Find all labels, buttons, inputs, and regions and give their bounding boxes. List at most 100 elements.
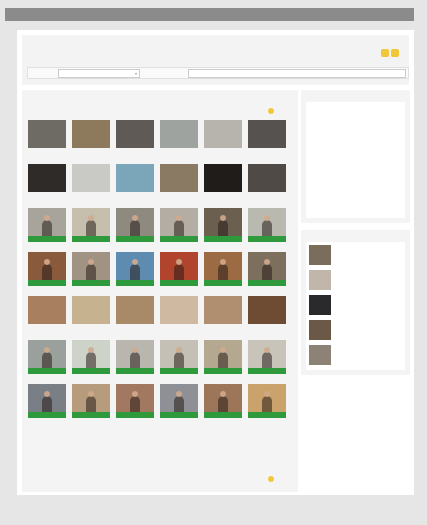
thumbnail-image[interactable] (160, 384, 198, 412)
thumbnail-image[interactable] (204, 252, 242, 280)
video-thumbnail[interactable] (28, 164, 66, 208)
thumbnail-image[interactable] (116, 384, 154, 412)
thumbnail-image[interactable] (116, 340, 154, 368)
news-item[interactable] (309, 138, 403, 149)
video-thumbnail[interactable] (72, 164, 110, 208)
thumbnail-image[interactable] (248, 296, 286, 324)
video-thumbnail[interactable] (116, 384, 154, 428)
news-item[interactable] (309, 193, 403, 204)
thumbnail-image[interactable] (116, 120, 154, 148)
thumbnail-image[interactable] (248, 120, 286, 148)
thumbnail-image[interactable] (248, 252, 286, 280)
video-thumbnail[interactable] (160, 164, 198, 208)
keyword-search-input[interactable] (188, 69, 406, 78)
video-thumbnail[interactable] (116, 120, 154, 164)
news-item[interactable] (309, 127, 403, 138)
news-item[interactable] (309, 149, 403, 160)
thumbnail-image[interactable] (28, 164, 66, 192)
video-thumbnail[interactable] (28, 384, 66, 428)
video-thumbnail[interactable] (248, 252, 286, 296)
thumbnail-image[interactable] (72, 208, 110, 236)
video-thumbnail[interactable] (160, 252, 198, 296)
thumbnail-image[interactable] (28, 296, 66, 324)
video-thumbnail[interactable] (160, 384, 198, 428)
thumbnail-image[interactable] (160, 208, 198, 236)
video-thumbnail[interactable] (204, 296, 242, 340)
video-thumbnail[interactable] (116, 340, 154, 384)
video-thumbnail[interactable] (248, 384, 286, 428)
ranking-thumbnail[interactable] (309, 320, 331, 340)
thumbnail-image[interactable] (116, 208, 154, 236)
video-thumbnail[interactable] (28, 208, 66, 252)
header-icon-1[interactable] (381, 49, 389, 57)
thumbnail-image[interactable] (72, 120, 110, 148)
thumbnail-image[interactable] (248, 208, 286, 236)
news-item[interactable] (309, 204, 403, 215)
thumbnail-image[interactable] (204, 164, 242, 192)
thumbnail-image[interactable] (248, 340, 286, 368)
video-thumbnail[interactable] (248, 208, 286, 252)
video-thumbnail[interactable] (116, 164, 154, 208)
ranking-thumbnail[interactable] (309, 270, 331, 290)
video-thumbnail[interactable] (160, 340, 198, 384)
thumbnail-image[interactable] (28, 252, 66, 280)
video-thumbnail[interactable] (72, 340, 110, 384)
video-thumbnail[interactable] (28, 340, 66, 384)
thumbnail-image[interactable] (160, 164, 198, 192)
thumbnail-image[interactable] (160, 340, 198, 368)
news-item[interactable] (309, 160, 403, 171)
video-thumbnail[interactable] (160, 208, 198, 252)
video-thumbnail[interactable] (116, 296, 154, 340)
video-thumbnail[interactable] (204, 340, 242, 384)
video-thumbnail[interactable] (248, 120, 286, 164)
thumbnail-image[interactable] (248, 384, 286, 412)
thumbnail-image[interactable] (72, 384, 110, 412)
video-thumbnail[interactable] (28, 120, 66, 164)
video-thumbnail[interactable] (116, 208, 154, 252)
thumbnail-image[interactable] (28, 120, 66, 148)
thumbnail-image[interactable] (204, 340, 242, 368)
news-item[interactable] (309, 171, 403, 182)
news-item[interactable] (309, 105, 403, 116)
category-select[interactable]: ▾ (58, 69, 140, 78)
thumbnail-image[interactable] (72, 340, 110, 368)
ranking-thumbnail[interactable] (309, 345, 331, 365)
thumbnail-image[interactable] (28, 208, 66, 236)
video-thumbnail[interactable] (204, 208, 242, 252)
thumbnail-image[interactable] (116, 296, 154, 324)
video-thumbnail[interactable] (248, 296, 286, 340)
video-thumbnail[interactable] (28, 252, 66, 296)
ranking-item[interactable] (309, 245, 403, 267)
header-icon-2[interactable] (391, 49, 399, 57)
ranking-thumbnail[interactable] (309, 245, 331, 265)
thumbnail-image[interactable] (204, 120, 242, 148)
thumbnail-image[interactable] (160, 120, 198, 148)
video-thumbnail[interactable] (28, 296, 66, 340)
thumbnail-image[interactable] (248, 164, 286, 192)
video-thumbnail[interactable] (72, 208, 110, 252)
video-thumbnail[interactable] (116, 252, 154, 296)
video-thumbnail[interactable] (204, 164, 242, 208)
video-thumbnail[interactable] (248, 164, 286, 208)
video-thumbnail[interactable] (160, 120, 198, 164)
ranking-item[interactable] (309, 345, 403, 367)
thumbnail-image[interactable] (72, 252, 110, 280)
thumbnail-image[interactable] (72, 296, 110, 324)
video-thumbnail[interactable] (72, 296, 110, 340)
thumbnail-image[interactable] (28, 340, 66, 368)
thumbnail-image[interactable] (72, 164, 110, 192)
thumbnail-image[interactable] (160, 296, 198, 324)
ranking-item[interactable] (309, 270, 403, 292)
video-thumbnail[interactable] (204, 120, 242, 164)
thumbnail-image[interactable] (116, 164, 154, 192)
thumbnail-image[interactable] (28, 384, 66, 412)
thumbnail-image[interactable] (116, 252, 154, 280)
video-thumbnail[interactable] (204, 252, 242, 296)
video-thumbnail[interactable] (72, 384, 110, 428)
ranking-thumbnail[interactable] (309, 295, 331, 315)
ranking-item[interactable] (309, 320, 403, 342)
thumbnail-image[interactable] (160, 252, 198, 280)
next-page-link[interactable] (268, 108, 274, 114)
video-thumbnail[interactable] (160, 296, 198, 340)
video-thumbnail[interactable] (248, 340, 286, 384)
